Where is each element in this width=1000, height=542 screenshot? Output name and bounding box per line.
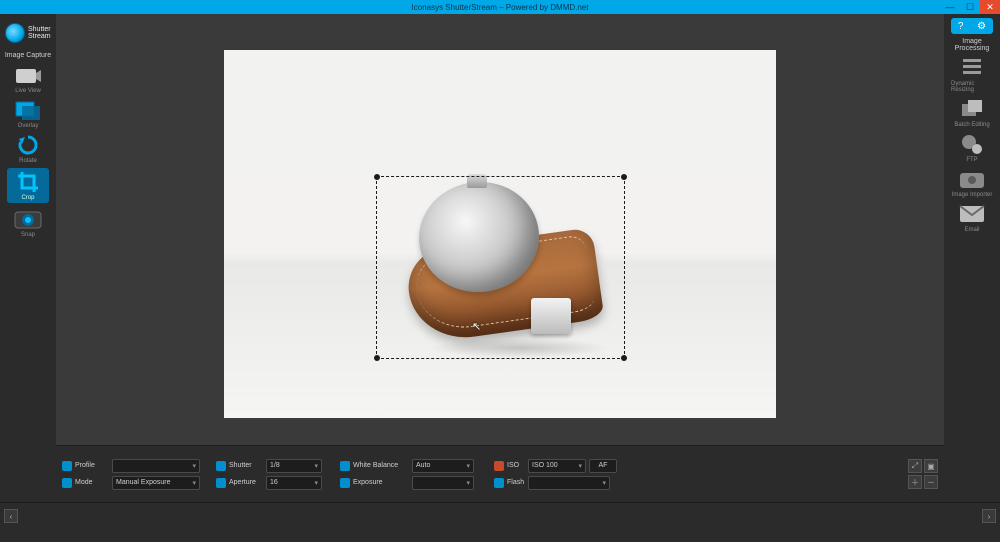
- exposure-select[interactable]: ▾: [412, 476, 474, 490]
- tool-email[interactable]: Email: [951, 202, 993, 233]
- flash-label: Flash: [507, 479, 525, 486]
- center-panel: ↖ Profile ▾ Mode Manual Exposure▾: [56, 14, 944, 502]
- shutter-label: Shutter: [229, 462, 263, 469]
- import-icon: [957, 167, 987, 191]
- left-panel-heading: Image Capture: [0, 52, 56, 59]
- tool-ftp[interactable]: FTP: [951, 132, 993, 163]
- minimize-button[interactable]: —: [940, 0, 960, 14]
- profile-select[interactable]: ▾: [112, 459, 200, 473]
- exposure-chip-icon: [340, 478, 350, 488]
- crop-handle-sw[interactable]: [374, 355, 380, 361]
- wb-chip-icon: [340, 461, 350, 471]
- tool-batch-editing[interactable]: Batch Editing: [951, 97, 993, 128]
- mode-chip-icon: [62, 478, 72, 488]
- aperture-chip-icon: [216, 478, 226, 488]
- logo-icon: [5, 23, 25, 43]
- app-title: Iconasys ShutterStream – Powered by DMMD…: [412, 3, 589, 12]
- mode-select[interactable]: Manual Exposure▾: [112, 476, 200, 490]
- shutter-select[interactable]: 1/8▾: [266, 459, 322, 473]
- wb-label: White Balance: [353, 462, 409, 469]
- app-logo: ShutterStream: [5, 18, 51, 48]
- view-zoom-out-button[interactable]: －: [924, 475, 938, 489]
- thumbnail-strip: ‹ ›: [0, 502, 1000, 529]
- scroll-left-button[interactable]: ‹: [4, 509, 18, 523]
- left-panel: ShutterStream Image Capture Live View Ov…: [0, 14, 56, 502]
- settings-gear-icon[interactable]: ⚙: [977, 21, 986, 32]
- flash-select[interactable]: ▾: [528, 476, 610, 490]
- crop-marquee[interactable]: [376, 176, 625, 359]
- iso-chip-icon: [494, 461, 504, 471]
- view-100-button[interactable]: ▣: [924, 459, 938, 473]
- camera-icon: [13, 63, 43, 87]
- view-mode-grid: ⤢ ▣ ＋ －: [908, 459, 938, 489]
- batch-icon: [957, 97, 987, 121]
- snap-icon: [13, 207, 43, 231]
- right-panel-top-buttons: ? ⚙: [951, 18, 993, 34]
- exposure-label: Exposure: [353, 479, 409, 486]
- titlebar: Iconasys ShutterStream – Powered by DMMD…: [0, 0, 1000, 14]
- image-canvas[interactable]: ↖: [224, 50, 776, 418]
- tool-rotate[interactable]: Rotate: [7, 133, 49, 164]
- wb-select[interactable]: Auto▾: [412, 459, 474, 473]
- view-zoom-in-button[interactable]: ＋: [908, 475, 922, 489]
- resize-icon: [957, 56, 987, 80]
- flash-chip-icon: [494, 478, 504, 488]
- crop-handle-se[interactable]: [621, 355, 627, 361]
- crop-handle-nw[interactable]: [374, 174, 380, 180]
- crop-icon: [13, 170, 43, 194]
- close-button[interactable]: ✕: [980, 0, 1000, 14]
- profile-label: Profile: [75, 462, 109, 469]
- maximize-button[interactable]: ☐: [960, 0, 980, 14]
- ftp-icon: [957, 132, 987, 156]
- crop-handle-ne[interactable]: [621, 174, 627, 180]
- aperture-label: Aperture: [229, 479, 263, 486]
- overlay-icon: [13, 98, 43, 122]
- camera-controls-bar: Profile ▾ Mode Manual Exposure▾ Shutter …: [56, 445, 944, 502]
- help-icon[interactable]: ?: [958, 21, 964, 32]
- tool-dynamic-resizing[interactable]: Dynamic Resizing: [951, 56, 993, 93]
- rotate-icon: [13, 133, 43, 157]
- iso-select[interactable]: ISO 100▾: [528, 459, 586, 473]
- right-panel-heading: Image Processing: [944, 38, 1000, 52]
- email-icon: [957, 202, 987, 226]
- right-panel: ? ⚙ Image Processing Dynamic Resizing Ba…: [944, 14, 1000, 502]
- profile-chip-icon: [62, 461, 72, 471]
- tool-live-view[interactable]: Live View: [7, 63, 49, 94]
- af-button[interactable]: AF: [589, 459, 617, 473]
- tool-snap[interactable]: Snap: [7, 207, 49, 238]
- tool-image-importer[interactable]: Image Importer: [951, 167, 993, 198]
- scroll-right-button[interactable]: ›: [982, 509, 996, 523]
- view-fit-button[interactable]: ⤢: [908, 459, 922, 473]
- aperture-select[interactable]: 16▾: [266, 476, 322, 490]
- logo-text: ShutterStream: [28, 26, 51, 40]
- tool-overlay[interactable]: Overlay: [7, 98, 49, 129]
- tool-crop[interactable]: Crop: [7, 168, 49, 203]
- iso-label: ISO: [507, 462, 525, 469]
- mode-label: Mode: [75, 479, 109, 486]
- shutter-chip-icon: [216, 461, 226, 471]
